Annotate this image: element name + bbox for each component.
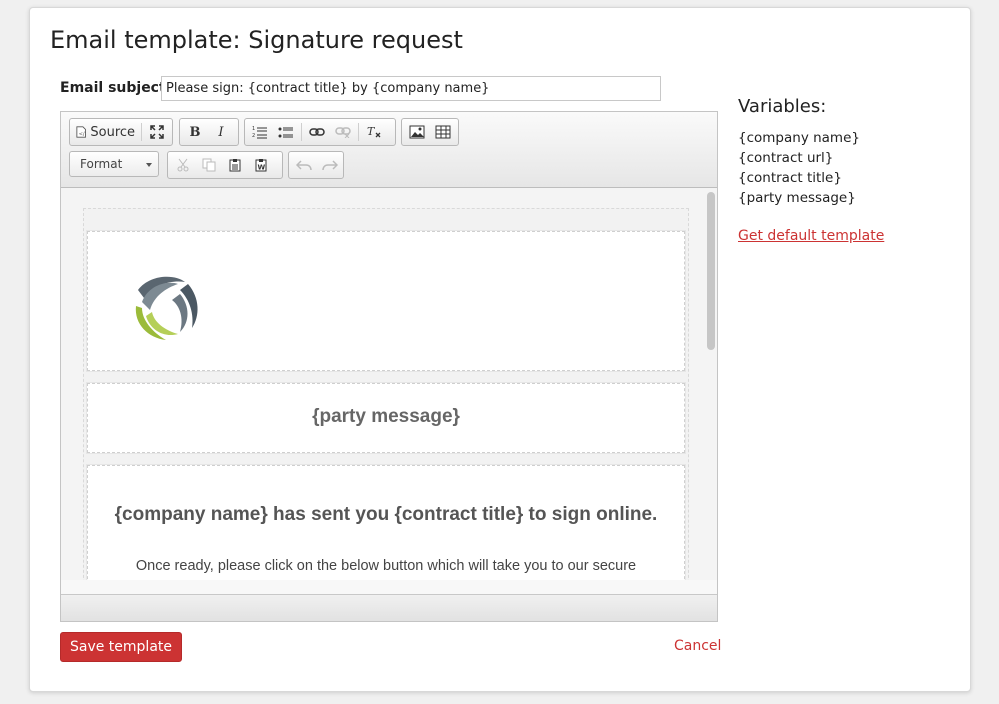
- email-headline: {company name} has sent you {contract ti…: [114, 504, 658, 525]
- vertical-scroll-thumb[interactable]: [707, 192, 715, 350]
- variable-item: {contract title}: [738, 170, 842, 186]
- bold-button[interactable]: B: [182, 120, 208, 144]
- variable-item: {company name}: [738, 130, 860, 146]
- toolbar-separator: [301, 123, 302, 141]
- svg-text:1: 1: [252, 126, 255, 132]
- toolbar-separator: [358, 123, 359, 141]
- source-icon: </>: [76, 126, 87, 138]
- editor-canvas[interactable]: {party message} {company name} has sent …: [61, 188, 717, 580]
- undo-icon: [296, 160, 312, 171]
- page-title: Email template: Signature request: [50, 26, 463, 54]
- variable-item: {contract url}: [738, 150, 834, 166]
- party-message-placeholder: {party message}: [312, 406, 460, 427]
- cut-button[interactable]: [170, 153, 196, 177]
- toolbar-group-clipboard: W: [167, 151, 283, 179]
- paste-icon: [229, 159, 241, 172]
- bulleted-list-icon: [278, 127, 293, 138]
- format-dropdown[interactable]: Format: [69, 151, 159, 177]
- save-template-button[interactable]: Save template: [60, 632, 182, 662]
- link-button[interactable]: [304, 120, 330, 144]
- get-default-template-link[interactable]: Get default template: [738, 228, 884, 244]
- copy-button[interactable]: [196, 153, 222, 177]
- email-subject-label: Email subject:: [60, 80, 172, 96]
- chevron-down-icon: [146, 163, 152, 167]
- editor-status-bar: [61, 594, 717, 621]
- toolbar-group-lists: 12 T: [244, 118, 396, 146]
- email-body-text: Once ready, please click on the below bu…: [135, 558, 637, 574]
- italic-icon: I: [218, 124, 224, 140]
- cut-icon: [177, 158, 189, 172]
- email-body-frame: {party message} {company name} has sent …: [83, 208, 689, 580]
- toolbar-group-undo: [288, 151, 344, 179]
- numbered-list-button[interactable]: 12: [247, 120, 273, 144]
- table-icon: [435, 125, 451, 139]
- toolbar-separator: [141, 123, 142, 141]
- redo-button[interactable]: [317, 153, 343, 177]
- svg-text:2: 2: [252, 133, 255, 139]
- cancel-link[interactable]: Cancel: [674, 638, 721, 654]
- company-logo: [135, 276, 198, 340]
- unlink-button[interactable]: [330, 120, 356, 144]
- numbered-list-icon: 12: [252, 126, 267, 139]
- email-subject-input[interactable]: [161, 76, 661, 101]
- toolbar-group-insert: [401, 118, 459, 146]
- party-message-block: {party message}: [86, 382, 686, 454]
- svg-text:W: W: [258, 164, 266, 172]
- italic-button[interactable]: I: [208, 120, 234, 144]
- redo-icon: [322, 160, 338, 171]
- image-icon: [409, 125, 425, 139]
- paste-word-icon: W: [255, 159, 267, 172]
- svg-text:T: T: [367, 125, 376, 138]
- source-button[interactable]: </> Source: [72, 120, 139, 144]
- paste-button[interactable]: [222, 153, 248, 177]
- body-block: {company name} has sent you {contract ti…: [86, 464, 686, 580]
- maximize-button[interactable]: [144, 120, 170, 144]
- link-icon: [309, 128, 325, 136]
- toolbar-group-basic: B I: [179, 118, 239, 146]
- variables-list: {company name} {contract url} {contract …: [738, 128, 860, 208]
- maximize-icon: [150, 125, 164, 139]
- variable-item: {party message}: [738, 190, 856, 206]
- undo-button[interactable]: [291, 153, 317, 177]
- rich-text-editor: </> Source B I 12: [60, 111, 718, 622]
- unlink-icon: [335, 127, 351, 138]
- template-card: Email template: Signature request Email …: [29, 7, 971, 692]
- remove-format-icon: T: [367, 125, 381, 138]
- editor-toolbar: </> Source B I 12: [61, 112, 717, 188]
- paste-word-button[interactable]: W: [248, 153, 274, 177]
- copy-icon: [202, 158, 216, 172]
- toolbar-group-document: </> Source: [69, 118, 173, 146]
- bold-icon: B: [189, 124, 201, 140]
- logo-block: [86, 230, 686, 372]
- variables-heading: Variables:: [738, 96, 827, 117]
- bulleted-list-button[interactable]: [273, 120, 299, 144]
- remove-format-button[interactable]: T: [361, 120, 387, 144]
- format-label: Format: [80, 157, 123, 171]
- table-button[interactable]: [430, 120, 456, 144]
- source-label: Source: [90, 124, 136, 140]
- vertical-scrollbar[interactable]: [707, 192, 715, 572]
- image-button[interactable]: [404, 120, 430, 144]
- svg-text:</>: </>: [79, 131, 87, 137]
